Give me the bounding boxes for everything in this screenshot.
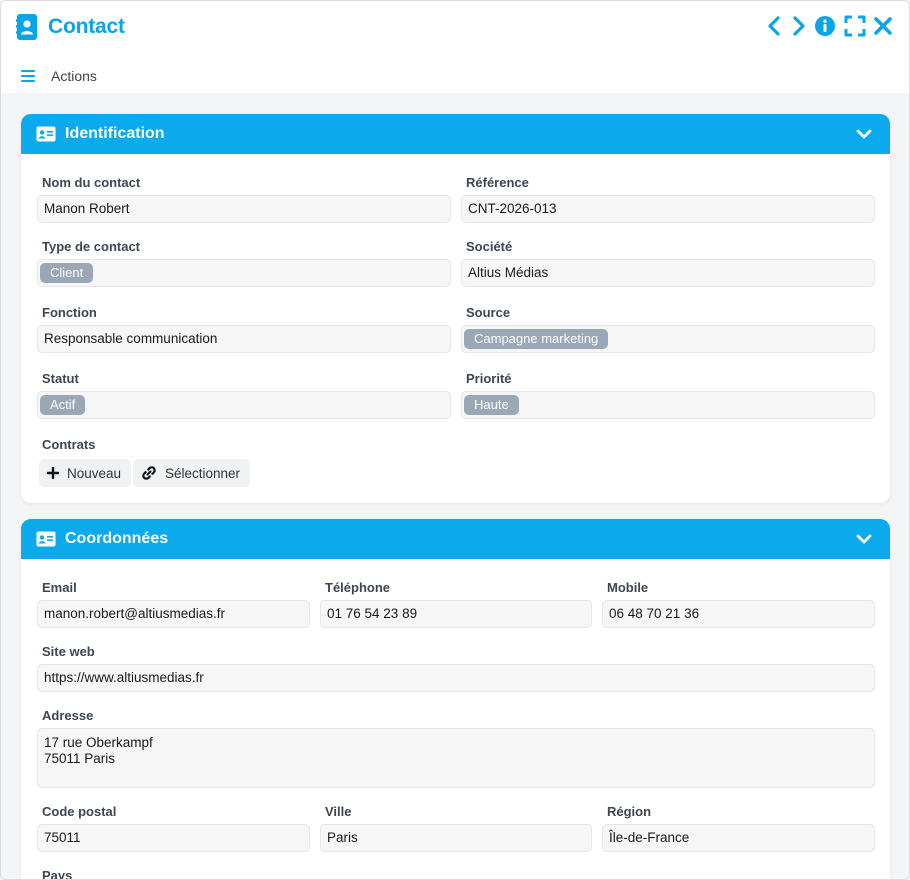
coordonnees-panel-header[interactable]: Coordonnées	[21, 519, 890, 559]
reference-field[interactable]: CNT-2026-013	[461, 195, 875, 223]
fullscreen-icon[interactable]	[844, 15, 866, 37]
window-header: Contact Actions	[1, 1, 909, 93]
identification-panel-title: Identification	[65, 125, 165, 142]
field-label-fonction: Fonction	[42, 305, 97, 320]
contact-window: Contact Actions Identification Nom du co…	[0, 0, 910, 880]
actions-menu-button[interactable]: Actions	[21, 66, 97, 86]
field-label-adresse: Adresse	[42, 708, 94, 723]
statut-field[interactable]: Actif	[37, 391, 451, 419]
statut-tag: Actif	[40, 395, 86, 415]
field-label-region: Région	[607, 804, 652, 819]
priorite-field[interactable]: Haute	[461, 391, 875, 419]
field-label-reference: Référence	[466, 175, 529, 190]
new-contract-label: Nouveau	[67, 465, 122, 481]
chevron-down-icon	[856, 129, 872, 139]
field-label-societe: Société	[466, 239, 513, 254]
source-tag: Campagne marketing	[464, 329, 609, 349]
field-label-telephone: Téléphone	[325, 580, 391, 595]
select-contract-label: Sélectionner	[165, 465, 241, 481]
field-label-type-de-contact: Type de contact	[42, 239, 141, 254]
chevron-left-icon[interactable]	[764, 15, 786, 37]
coordonnees-panel: Coordonnées Email manon.robert@altiusmed…	[21, 519, 890, 880]
source-field[interactable]: Campagne marketing	[461, 325, 875, 353]
field-label-code-postal: Code postal	[42, 804, 117, 819]
field-label-nom-du-contact: Nom du contact	[42, 175, 141, 190]
ville-field[interactable]: Paris	[320, 824, 592, 852]
identification-panel-header[interactable]: Identification	[21, 114, 890, 154]
chevron-down-icon	[856, 534, 872, 544]
mobile-field[interactable]: 06 48 70 21 36	[602, 600, 875, 628]
chevron-right-icon[interactable]	[787, 15, 809, 37]
field-label-email: Email	[42, 580, 77, 595]
field-label-mobile: Mobile	[607, 580, 649, 595]
email-field[interactable]: manon.robert@altiusmedias.fr	[37, 600, 310, 628]
info-icon[interactable]	[814, 15, 836, 37]
field-label-contrats: Contrats	[42, 437, 96, 452]
region-field[interactable]: Île-de-France	[602, 824, 875, 852]
select-contract-button[interactable]: Sélectionner	[133, 459, 251, 487]
hamburger-icon	[21, 70, 35, 82]
close-icon[interactable]	[872, 15, 894, 37]
site-web-field[interactable]: https://www.altiusmedias.fr	[37, 664, 875, 692]
id-card-icon	[36, 531, 56, 547]
societe-field[interactable]: Altius Médias	[461, 259, 875, 287]
new-contract-button[interactable]: Nouveau	[39, 459, 132, 487]
type-de-contact-field[interactable]: Client	[37, 259, 451, 287]
plus-icon	[47, 467, 59, 479]
id-card-icon	[36, 126, 56, 142]
adresse-field[interactable]: 17 rue Oberkampf 75011 Paris	[37, 728, 875, 788]
identification-panel: Identification Nom du contact Manon Robe…	[21, 114, 890, 503]
priorite-tag: Haute	[464, 395, 519, 415]
code-postal-field[interactable]: 75011	[37, 824, 310, 852]
field-label-site-web: Site web	[42, 644, 95, 659]
type-de-contact-tag: Client	[40, 263, 94, 283]
field-label-source: Source	[466, 305, 511, 320]
field-label-statut: Statut	[42, 371, 79, 386]
fonction-field[interactable]: Responsable communication	[37, 325, 451, 353]
link-icon	[142, 466, 156, 480]
field-label-ville: Ville	[325, 804, 352, 819]
window-title: Contact	[48, 15, 125, 38]
nom-du-contact-field[interactable]: Manon Robert	[37, 195, 451, 223]
field-label-priorite: Priorité	[466, 371, 512, 386]
actions-label: Actions	[51, 68, 97, 84]
field-label-pays: Pays	[42, 868, 73, 880]
coordonnees-panel-title: Coordonnées	[65, 530, 169, 547]
contact-book-icon	[16, 14, 37, 40]
telephone-field[interactable]: 01 76 54 23 89	[320, 600, 592, 628]
